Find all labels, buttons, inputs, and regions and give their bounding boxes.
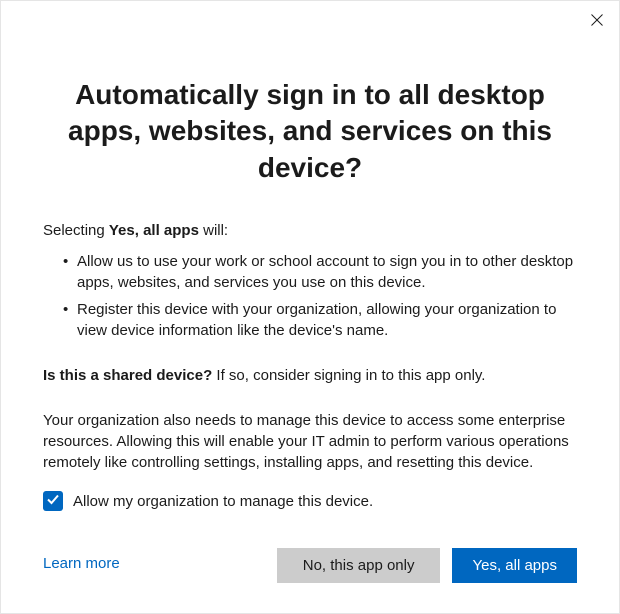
bullet-list: Allow us to use your work or school acco… bbox=[43, 251, 577, 341]
dialog-title: Automatically sign in to all desktop app… bbox=[43, 77, 577, 186]
no-this-app-only-button[interactable]: No, this app only bbox=[277, 548, 441, 583]
button-row: No, this app only Yes, all apps bbox=[277, 548, 577, 583]
yes-all-apps-button[interactable]: Yes, all apps bbox=[452, 548, 577, 583]
intro-prefix: Selecting bbox=[43, 222, 109, 239]
checkmark-icon bbox=[46, 492, 60, 511]
close-button[interactable] bbox=[585, 9, 609, 33]
intro-suffix: will: bbox=[199, 222, 228, 239]
shared-bold: Is this a shared device? bbox=[43, 367, 212, 384]
shared-rest: If so, consider signing in to this app o… bbox=[212, 367, 485, 384]
dialog-content: Automatically sign in to all desktop app… bbox=[1, 1, 619, 573]
shared-device-text: Is this a shared device? If so, consider… bbox=[43, 365, 577, 386]
allow-manage-checkbox[interactable] bbox=[43, 491, 63, 511]
checkbox-label[interactable]: Allow my organization to manage this dev… bbox=[73, 493, 373, 510]
org-manage-text: Your organization also needs to manage t… bbox=[43, 410, 577, 473]
learn-more-link[interactable]: Learn more bbox=[43, 555, 120, 572]
checkbox-row: Allow my organization to manage this dev… bbox=[43, 491, 577, 511]
intro-bold: Yes, all apps bbox=[109, 222, 199, 239]
list-item: Register this device with your organizat… bbox=[63, 299, 577, 341]
intro-text: Selecting Yes, all apps will: bbox=[43, 222, 577, 239]
close-icon bbox=[591, 14, 603, 29]
list-item: Allow us to use your work or school acco… bbox=[63, 251, 577, 293]
